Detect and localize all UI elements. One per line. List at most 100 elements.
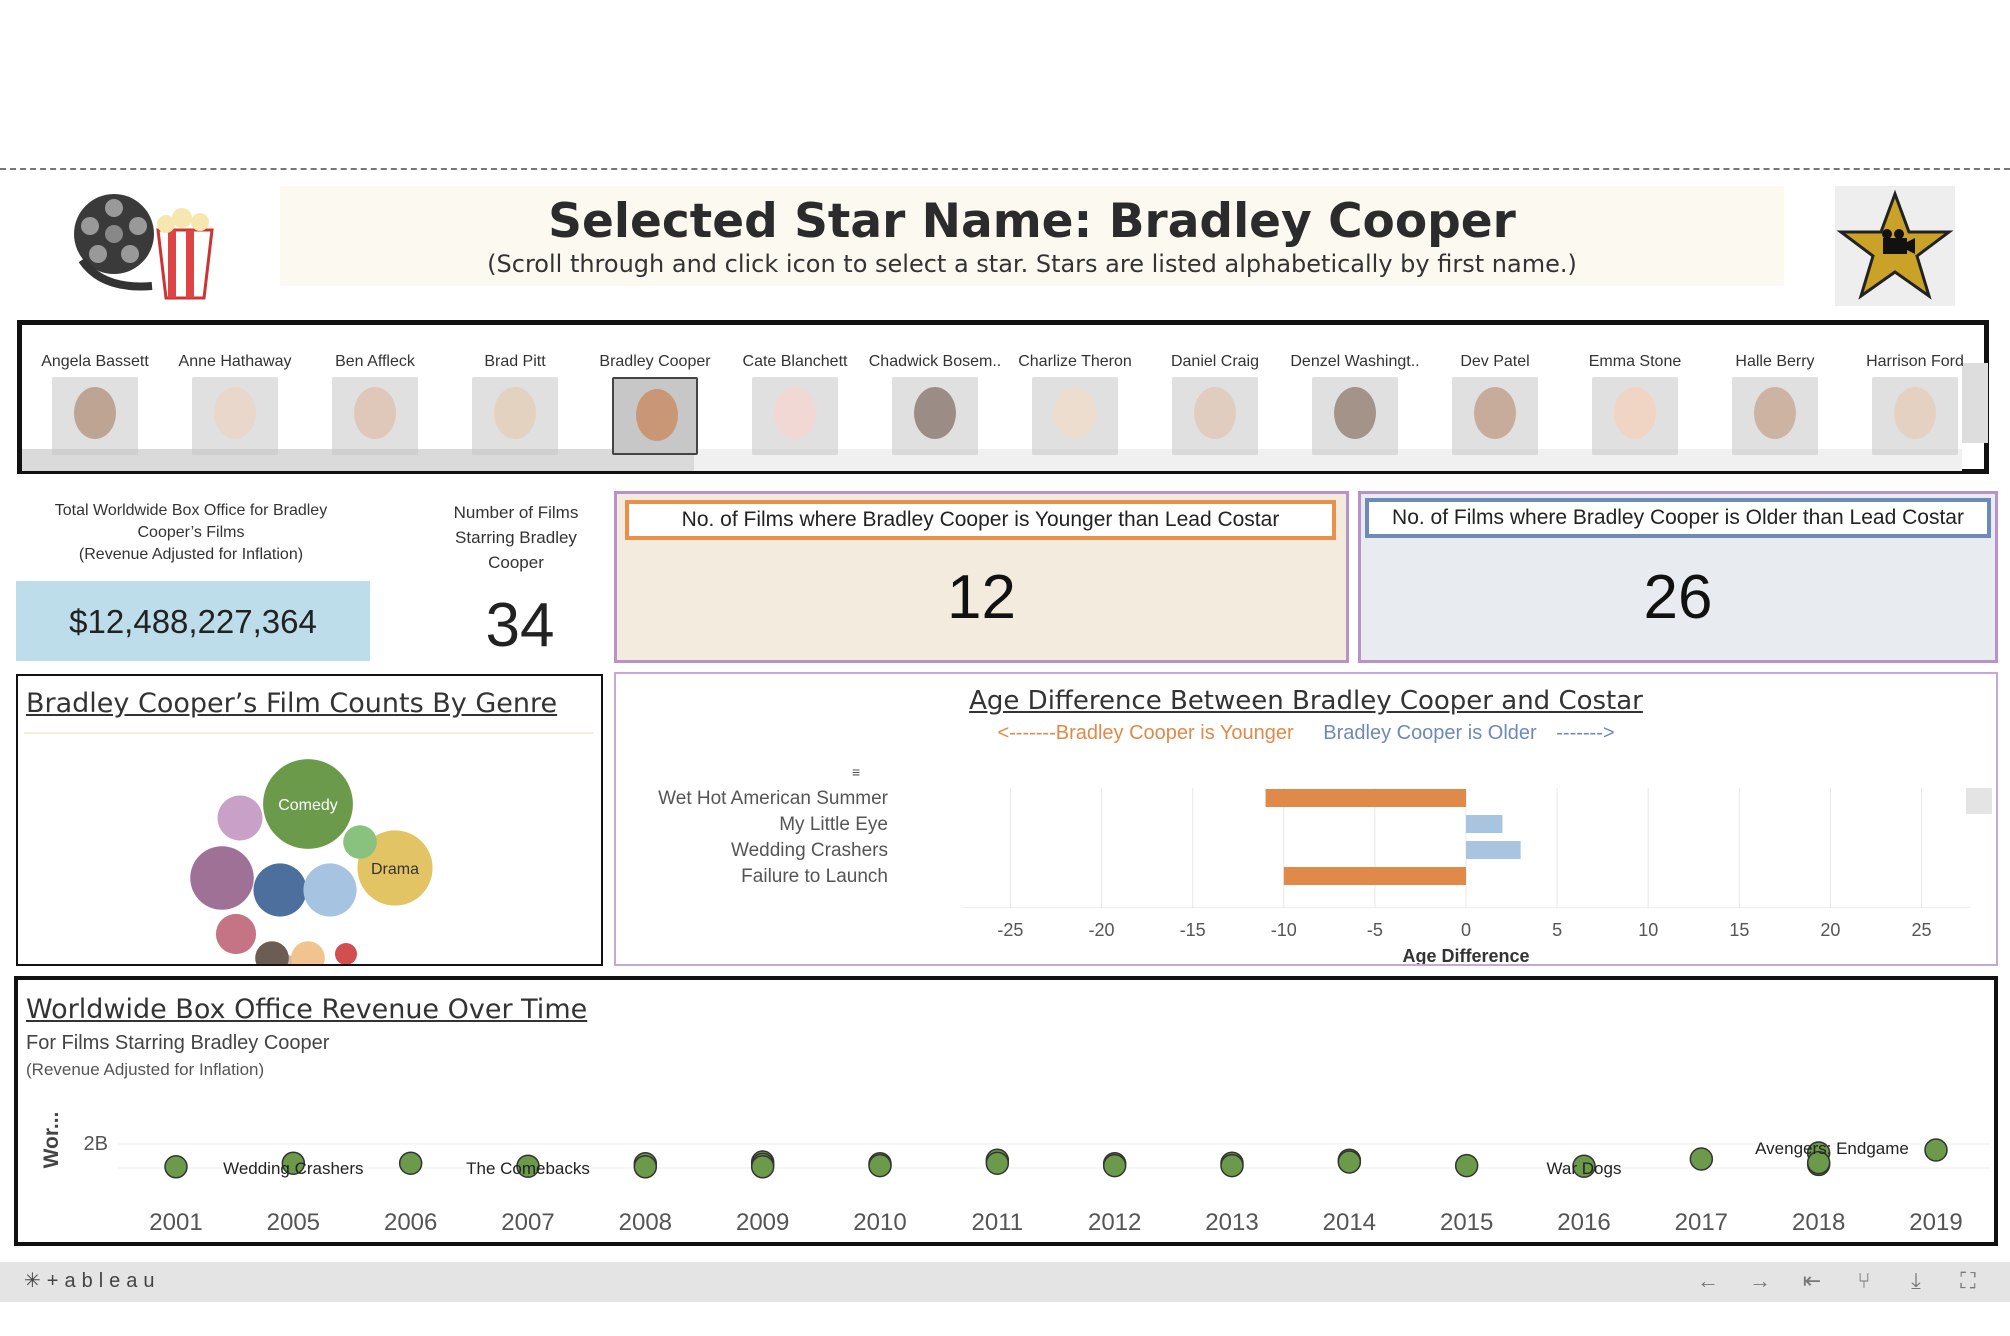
tableau-logo-icon: ✳ — [24, 1270, 47, 1292]
rev-point[interactable] — [633, 1155, 658, 1179]
share-icon[interactable]: ⑂ — [1849, 1266, 1879, 1296]
star-photo[interactable] — [1452, 377, 1538, 455]
star-item[interactable]: Charlize Theron — [1006, 353, 1144, 455]
star-face — [1054, 387, 1096, 439]
genre-bubble[interactable] — [255, 941, 289, 964]
star-item[interactable]: Bradley Cooper — [586, 353, 724, 455]
revenue-kpi-value: $12,488,227,364 — [69, 603, 317, 640]
rev-x-tick: 2007 — [501, 1209, 554, 1236]
age-scroll-mask — [616, 908, 1996, 964]
star-name: Bradley Cooper — [599, 353, 711, 370]
gold-star-camera-icon — [1836, 189, 1954, 300]
star-item[interactable]: Halle Berry — [1706, 353, 1844, 455]
older-costar-title: No. of Films where Bradley Cooper is Old… — [1365, 498, 1991, 538]
age-diff-bar[interactable] — [1466, 841, 1521, 859]
age-category-label: Wedding Crashers — [731, 840, 888, 861]
genre-bubble[interactable] — [335, 943, 357, 964]
film-count-label-line-3: Cooper — [488, 553, 544, 572]
revenue-kpi-label-line-1: Total Worldwide Box Office for Bradley — [54, 502, 328, 519]
rev-point[interactable] — [985, 1151, 1010, 1175]
genre-bubble[interactable] — [217, 795, 263, 841]
star-photo[interactable] — [1032, 377, 1118, 455]
undo-icon[interactable]: ← — [1693, 1266, 1723, 1296]
rev-point[interactable] — [1102, 1153, 1127, 1178]
revenue-scatter-chart[interactable]: 2B Wor... 2001 2005 2006 2007 2008 2009 2010 2011… — [18, 1080, 1994, 1242]
age-x-tick: -10 — [1271, 920, 1297, 940]
star-item[interactable]: Cate Blanchett — [726, 353, 864, 455]
genre-bubble-panel: Bradley Cooper’s Film Counts By Genre Co… — [16, 674, 603, 966]
star-photo[interactable] — [1172, 377, 1258, 455]
star-item[interactable]: Harrison Ford — [1846, 353, 1984, 455]
rev-point[interactable] — [1454, 1153, 1479, 1178]
older-costar-value: 26 — [1643, 563, 1713, 632]
revenue-chart-title: Worldwide Box Office Revenue Over Time — [26, 994, 588, 1025]
revenue-kpi-label-line-3: (Revenue Adjusted for Inflation) — [78, 546, 304, 563]
star-photo[interactable] — [1592, 377, 1678, 455]
star-item[interactable]: Dev Patel — [1426, 353, 1564, 455]
star-name: Anne Hathaway — [178, 353, 292, 370]
genre-bubble[interactable] — [303, 863, 357, 917]
age-category-label: My Little Eye — [779, 814, 888, 835]
star-photo[interactable] — [1312, 377, 1398, 455]
rev-point[interactable] — [398, 1151, 423, 1175]
fullscreen-icon[interactable]: ⛶ — [1953, 1266, 1983, 1296]
rev-point[interactable] — [1689, 1147, 1714, 1171]
genre-bubble[interactable] — [291, 941, 325, 964]
rev-point[interactable] — [1337, 1150, 1362, 1174]
rev-point[interactable] — [750, 1155, 775, 1179]
download-icon[interactable]: ⤓ — [1901, 1266, 1931, 1296]
star-selector-strip[interactable]: Angela Bassett Anne Hathaway Ben Affleck Br… — [17, 320, 1989, 474]
star-photo[interactable] — [192, 377, 278, 455]
star-face — [354, 387, 396, 439]
rev-y-tick: 2B — [84, 1133, 108, 1155]
rev-point[interactable] — [868, 1153, 892, 1178]
star-item[interactable]: Anne Hathaway — [166, 353, 304, 455]
genre-bubble[interactable] — [215, 913, 257, 955]
age-scrollbar-thumb[interactable] — [1966, 788, 1992, 814]
younger-legend-label: <-------Bradley Cooper is Younger — [997, 722, 1294, 744]
star-photo[interactable] — [472, 377, 558, 455]
star-photo[interactable] — [892, 377, 978, 455]
genre-bubble[interactable] — [253, 863, 307, 917]
star-name: Ben Affleck — [335, 353, 415, 370]
star-item[interactable]: Emma Stone — [1566, 353, 1704, 455]
rev-x-tick: 2019 — [1909, 1209, 1962, 1236]
star-photo[interactable] — [752, 377, 838, 455]
age-diff-bar[interactable] — [1466, 815, 1503, 833]
star-item[interactable]: Ben Affleck — [306, 353, 444, 455]
rev-x-tick: 2005 — [267, 1209, 320, 1236]
revert-icon[interactable]: ⇤ — [1797, 1266, 1827, 1296]
rev-x-tick: 2011 — [972, 1209, 1024, 1236]
genre-bubble-chart[interactable]: Comedy Drama — [18, 736, 601, 964]
star-item[interactable]: Brad Pitt — [446, 353, 584, 455]
star-photo[interactable] — [612, 377, 698, 455]
rev-point[interactable] — [1220, 1153, 1244, 1178]
star-item[interactable]: Chadwick Bosem.. — [866, 353, 1004, 455]
star-name: Halle Berry — [1735, 353, 1815, 370]
revenue-over-time-panel: Worldwide Box Office Revenue Over Time F… — [14, 976, 1998, 1246]
rev-x-tick: 2010 — [853, 1209, 906, 1236]
star-item[interactable]: Denzel Washingt.. — [1286, 353, 1424, 455]
tableau-logo[interactable]: ✳+ableau — [24, 1268, 161, 1293]
star-photo[interactable] — [52, 377, 138, 455]
star-name: Denzel Washingt.. — [1290, 353, 1420, 370]
age-diff-bar[interactable] — [1265, 789, 1466, 807]
star-face — [1894, 387, 1936, 439]
age-difference-bar-chart[interactable]: Wet Hot American Summer My Little Eye Wedd… — [616, 774, 1996, 964]
star-photo[interactable] — [332, 377, 418, 455]
star-photo[interactable] — [1872, 377, 1958, 455]
rev-point[interactable] — [164, 1155, 188, 1179]
star-photo[interactable] — [1732, 377, 1818, 455]
redo-icon[interactable]: → — [1745, 1266, 1775, 1296]
star-name: Chadwick Bosem.. — [868, 353, 1002, 370]
genre-bubble[interactable] — [190, 846, 254, 910]
age-x-tick: 0 — [1461, 920, 1471, 940]
rev-point[interactable] — [1924, 1138, 1948, 1162]
star-name: Emma Stone — [1588, 353, 1682, 370]
age-diff-bar[interactable] — [1283, 867, 1466, 885]
star-name: Dev Patel — [1460, 353, 1530, 370]
star-item[interactable]: Angela Bassett — [26, 353, 164, 455]
age-x-tick: -15 — [1180, 920, 1206, 940]
star-item[interactable]: Daniel Craig — [1146, 353, 1284, 455]
genre-bubble[interactable] — [343, 825, 377, 859]
